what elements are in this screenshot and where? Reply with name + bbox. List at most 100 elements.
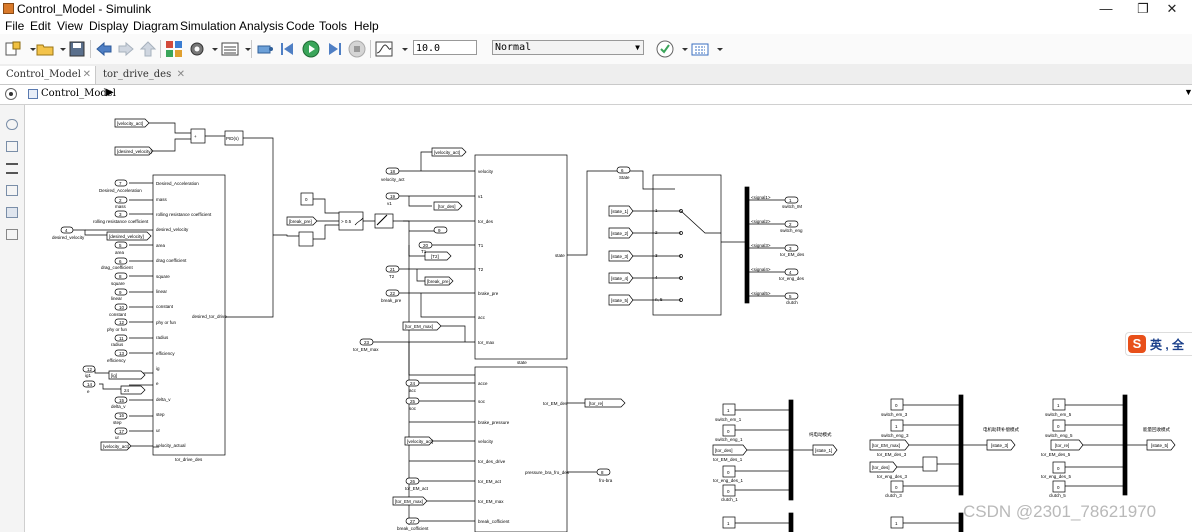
mode-input-label: switch_eng_3 <box>881 433 909 438</box>
tab-tor-drive-des[interactable]: tor_drive_des ✕ <box>97 66 189 84</box>
scope-signal-icon[interactable] <box>375 40 393 58</box>
step-back-icon[interactable] <box>256 40 274 58</box>
model-browser-icon[interactable] <box>5 88 17 100</box>
save-icon[interactable] <box>68 40 86 58</box>
subsystem-name-state[interactable]: state <box>517 360 527 365</box>
mode-annotation: 纯电动模式 <box>809 431 832 438</box>
s2-in: velocity <box>478 169 494 174</box>
port-num: 26 <box>410 479 416 484</box>
close-icon[interactable]: ✕ <box>83 66 91 84</box>
port-label: switch_eng <box>780 228 803 233</box>
from-state-2: [state_2] <box>611 231 628 236</box>
s3-in: break_cofficient <box>478 519 510 524</box>
s1-in: delta_v <box>156 397 171 402</box>
model-advisor-check-icon[interactable] <box>656 40 674 58</box>
menu-bar: File Edit View Display Diagram Simulatio… <box>0 18 1192 34</box>
sum-block[interactable]: + <box>194 134 197 139</box>
port-label: T1 <box>421 249 427 254</box>
chevron-down-icon[interactable] <box>711 40 723 58</box>
build-grid-icon[interactable] <box>691 40 709 58</box>
up-arrow-icon[interactable] <box>139 40 157 58</box>
chevron-down-icon[interactable] <box>54 40 66 58</box>
switch-port: n, 5 <box>655 297 663 302</box>
port-label: clutch <box>786 300 798 305</box>
library-browser-icon[interactable] <box>165 40 183 58</box>
chevron-down-icon[interactable] <box>239 40 251 58</box>
step-backward-icon[interactable] <box>279 40 297 58</box>
s3-in: velocity <box>478 439 494 444</box>
port-label: Desired_Acceleration <box>99 188 142 193</box>
goto-break-pre: [break_pre] <box>427 279 450 284</box>
area-icon[interactable] <box>6 229 18 240</box>
chevron-down-icon[interactable] <box>676 40 688 58</box>
chevron-down-icon[interactable] <box>24 40 36 58</box>
s1-in: mass <box>156 197 168 202</box>
new-model-icon[interactable] <box>4 40 22 58</box>
chevron-right-icon[interactable]: ▶ <box>106 87 114 98</box>
port-num: 21 <box>390 267 396 272</box>
zoom-icon[interactable] <box>6 119 18 130</box>
s2-in: tor_max <box>478 340 495 345</box>
close-icon[interactable]: ✕ <box>177 66 185 84</box>
pid-block[interactable]: PID(s) <box>226 136 239 141</box>
fit-view-icon[interactable] <box>6 141 18 152</box>
port-label: break_pre <box>381 298 402 303</box>
breadcrumb[interactable]: Control_Model <box>41 88 116 99</box>
window-title: Control_Model - Simulink <box>17 2 152 16</box>
simulink-app-icon <box>3 3 14 14</box>
port-label: acc <box>409 388 417 393</box>
port-label: linear <box>111 296 123 301</box>
port-label: T2 <box>389 274 395 279</box>
arrow-annotation-icon[interactable] <box>6 163 18 174</box>
menu-file[interactable]: File <box>5 19 24 33</box>
menu-analysis[interactable]: Analysis <box>239 19 284 33</box>
port-num: 18 <box>390 169 396 174</box>
chevron-down-icon[interactable]: ▼ <box>1184 87 1192 97</box>
ime-toolbar[interactable]: S 英 , 全 <box>1125 332 1192 356</box>
forward-arrow-icon[interactable] <box>117 40 135 58</box>
subsystem-name-tor-drive-des[interactable]: tor_drive_des <box>175 457 203 462</box>
port-num: 13 <box>119 351 125 356</box>
menu-code[interactable]: Code <box>286 19 315 33</box>
minimize-button[interactable]: — <box>1086 0 1126 18</box>
s3-in: brake_pressure <box>478 420 510 425</box>
open-folder-icon[interactable] <box>36 40 54 58</box>
s2-in: v1 <box>478 194 483 199</box>
tab-control-model[interactable]: Control_Model ✕ <box>0 66 96 84</box>
image-annotation-icon[interactable] <box>6 207 18 218</box>
s2-in: acc <box>478 315 486 320</box>
s1-in: area <box>156 243 166 248</box>
from-break-pre: [break_pre] <box>289 219 312 224</box>
run-play-icon[interactable] <box>302 40 320 58</box>
menu-display[interactable]: Display <box>89 19 128 33</box>
close-button[interactable]: ✕ <box>1152 0 1192 18</box>
title-bar: Control_Model - Simulink — ❐ ✕ <box>0 0 1192 18</box>
port-label: radius <box>111 342 124 347</box>
from-velocity-act: [velocity_act] <box>117 121 143 126</box>
chevron-down-icon[interactable] <box>396 40 408 58</box>
port-label: tor_EM_des <box>780 252 805 257</box>
model-explorer-icon[interactable] <box>221 40 239 58</box>
gear-icon[interactable] <box>188 40 206 58</box>
simulation-mode-select[interactable]: Normal ▼ <box>492 40 644 55</box>
model-canvas[interactable]: [velocity_act] [desired_velocity] PID(s)… <box>25 105 1192 532</box>
menu-edit[interactable]: Edit <box>30 19 51 33</box>
from-velocity-act: [velocity_act] <box>407 439 433 444</box>
chevron-down-icon[interactable] <box>206 40 218 58</box>
mode-input-label: clutch_5 <box>1049 493 1066 498</box>
back-arrow-icon[interactable] <box>95 40 113 58</box>
menu-tools[interactable]: Tools <box>319 19 347 33</box>
menu-view[interactable]: View <box>57 19 83 33</box>
step-forward-icon[interactable] <box>325 40 343 58</box>
stop-icon[interactable] <box>348 40 366 58</box>
port-label: soc <box>409 406 417 411</box>
switch-block[interactable]: > 0.5 <box>341 219 352 224</box>
text-annotation-icon[interactable] <box>6 185 18 196</box>
s3-in: tor_EM_max <box>478 499 504 504</box>
menu-simulation[interactable]: Simulation <box>180 19 236 33</box>
s1-in: rolling resistance coefficient <box>156 212 212 217</box>
stop-time-input[interactable]: 10.0 <box>413 40 477 55</box>
menu-help[interactable]: Help <box>354 19 379 33</box>
menu-diagram[interactable]: Diagram <box>133 19 178 33</box>
mode-input-label: switch_em_5 <box>1045 412 1072 417</box>
